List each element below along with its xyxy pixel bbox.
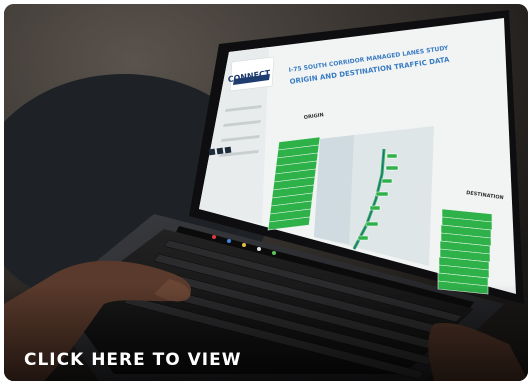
photo-card[interactable]: CONNECT I-75 SOUTH CORRIDOR MANAGED LANE…	[0, 0, 532, 385]
destination-list	[437, 208, 493, 295]
map-water	[314, 135, 354, 244]
click-to-view-label[interactable]: CLICK HERE TO VIEW	[24, 350, 241, 370]
laptop-photo: CONNECT I-75 SOUTH CORRIDOR MANAGED LANE…	[4, 4, 528, 381]
